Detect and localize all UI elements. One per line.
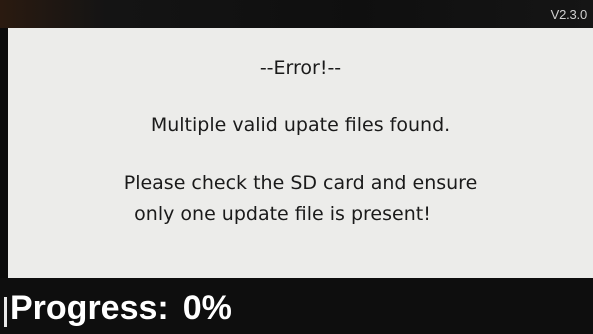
error-message: Multiple valid upate files found.: [150, 114, 451, 136]
firmware-version: V2.3.0: [550, 7, 588, 22]
error-instructions: Please check the SD card and ensure only…: [8, 168, 593, 230]
progress-marker: [4, 297, 7, 327]
error-title: --Error!--: [259, 57, 342, 79]
error-dialog: --Error!-- Multiple valid upate files fo…: [8, 28, 593, 278]
progress-text: Progress: 0%: [10, 289, 232, 328]
device-screen: V2.3.0 --Error!-- Multiple valid upate f…: [0, 0, 593, 334]
progress-bar: Progress: 0%: [0, 278, 593, 334]
progress-label: Progress:: [10, 289, 169, 327]
instruction-line-1: Please check the SD card and ensure: [123, 172, 478, 194]
status-bar: V2.3.0: [0, 0, 593, 28]
progress-value: 0%: [182, 289, 232, 327]
instruction-line-2: only one update file is present!: [134, 203, 431, 225]
